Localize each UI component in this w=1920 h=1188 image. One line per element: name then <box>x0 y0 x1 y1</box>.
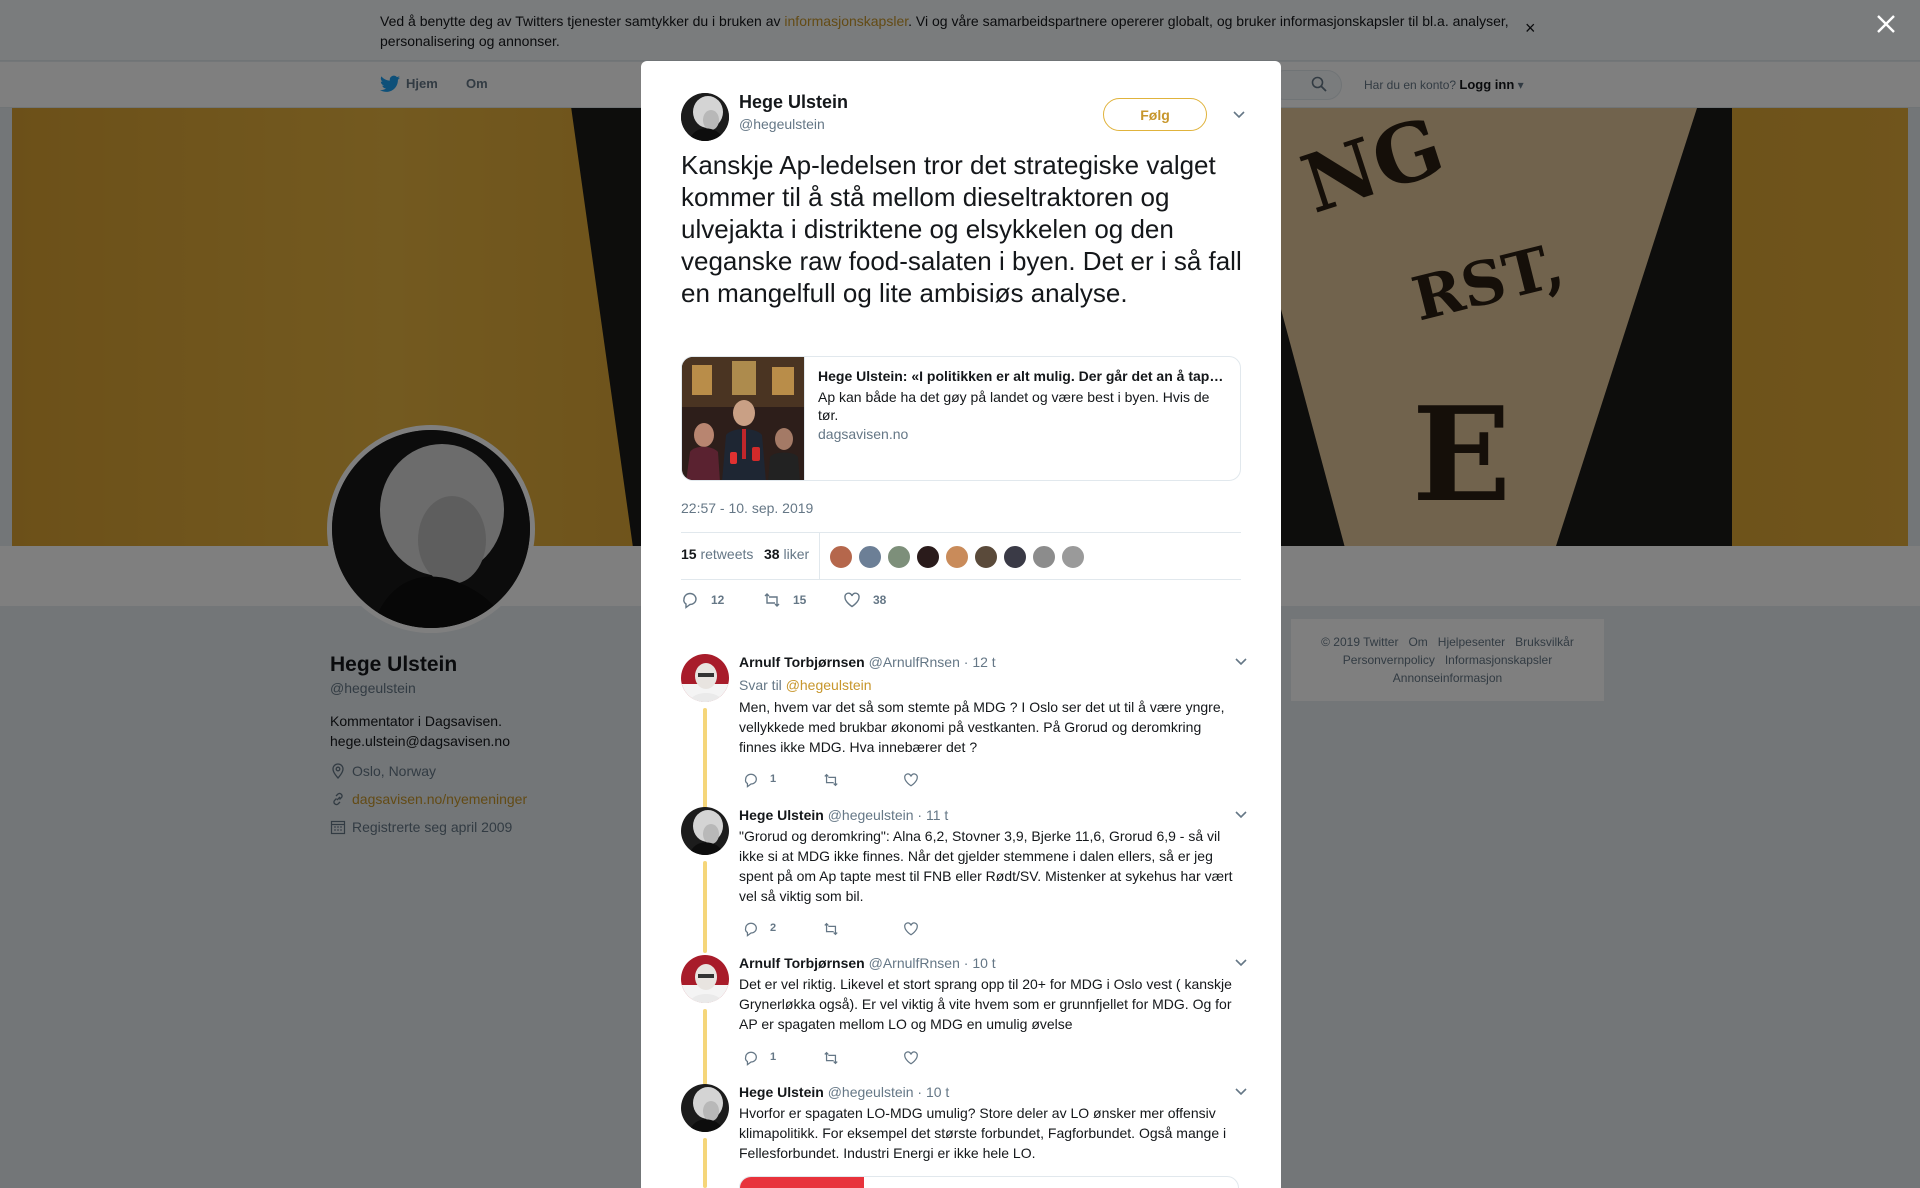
reply-text: Hvorfor er spagaten LO-MDG umulig? Store… <box>739 1105 1227 1161</box>
chevron-down-icon[interactable] <box>1232 110 1246 120</box>
retweet-icon <box>824 922 838 936</box>
reply-header: Hege Ulstein @hegeulstein · 11 t <box>739 807 948 823</box>
retweet-icon <box>824 773 838 787</box>
chevron-down-icon[interactable] <box>1234 958 1248 968</box>
tweet-stats: 15 retweets 38 liker <box>681 532 1241 580</box>
stats-divider <box>819 533 820 579</box>
avatar[interactable] <box>681 93 729 141</box>
liker-avatar[interactable] <box>916 545 940 569</box>
heart-icon <box>904 922 918 936</box>
reply-tweet[interactable]: Arnulf Torbjørnsen @ArnulfRnsen · 10 t D… <box>681 955 1247 1085</box>
reply-header: Arnulf Torbjørnsen @ArnulfRnsen · 10 t <box>739 955 996 971</box>
reply-actions: 1 <box>743 772 943 792</box>
reply-to-line: Svar til @hegeulstein <box>739 677 872 693</box>
reply-time[interactable]: · 12 t <box>964 654 996 670</box>
reply-actions: 2 <box>743 921 943 941</box>
heart-icon <box>904 1051 918 1065</box>
close-icon[interactable] <box>1874 12 1898 36</box>
tweet-permalink-modal: Hege Ulstein @hegeulstein Følg Kanskje A… <box>641 61 1281 1188</box>
reply-author-handle[interactable]: @hegeulstein <box>828 1084 914 1100</box>
tweet-author-handle[interactable]: @hegeulstein <box>739 116 825 132</box>
follow-button[interactable]: Følg <box>1103 98 1207 131</box>
card-description: Ap kan både ha det gøy på landet og være… <box>818 389 1210 423</box>
heart-icon <box>844 592 860 608</box>
liker-avatar[interactable] <box>945 545 969 569</box>
avatar[interactable] <box>681 807 729 855</box>
avatar[interactable] <box>681 955 729 1003</box>
link-preview-card[interactable]: Hege Ulstein: «I politikken er alt mulig… <box>681 356 1241 481</box>
avatar[interactable] <box>681 1084 729 1132</box>
reply-author-name[interactable]: Hege Ulstein <box>739 807 824 823</box>
reply-tweet[interactable]: Hege Ulstein @hegeulstein · 10 t Hvorfor… <box>681 1084 1247 1188</box>
reply-author-handle[interactable]: @ArnulfRnsen <box>869 654 960 670</box>
retweets-stat[interactable]: 15 retweets <box>681 546 753 562</box>
reply-icon <box>744 1051 757 1066</box>
heart-icon <box>904 773 918 787</box>
reply-time[interactable]: · 11 t <box>917 807 948 823</box>
liker-avatar[interactable] <box>1003 545 1027 569</box>
liker-avatar[interactable] <box>974 545 998 569</box>
reply-tweet[interactable]: Hege Ulstein @hegeulstein · 11 t "Grorud… <box>681 807 1247 955</box>
thread-line <box>703 861 707 953</box>
avatar[interactable] <box>681 654 729 702</box>
reply-author-handle[interactable]: @hegeulstein <box>828 807 914 823</box>
reply-text: Men, hvem var det så som stemte på MDG ?… <box>739 699 1225 755</box>
reply-text: Det er vel riktig. Likevel et stort spra… <box>739 976 1232 1032</box>
liker-avatar[interactable] <box>829 545 853 569</box>
reply-icon <box>744 922 757 937</box>
reply-icon <box>683 592 697 609</box>
thread-line <box>703 708 707 814</box>
card-thumbnail <box>682 357 805 480</box>
card-domain: dagsavisen.no <box>818 426 909 442</box>
chevron-down-icon[interactable] <box>1234 657 1248 667</box>
liker-avatar[interactable] <box>1032 545 1056 569</box>
thread-line <box>703 1138 707 1188</box>
reply-header: Arnulf Torbjørnsen @ArnulfRnsen · 12 t <box>739 654 996 670</box>
retweet-icon <box>824 1051 838 1065</box>
reply-actions: 1 <box>743 1050 943 1070</box>
reply-author-name[interactable]: Arnulf Torbjørnsen <box>739 654 865 670</box>
card-title: Hege Ulstein: «I politikken er alt mulig… <box>818 368 1228 384</box>
reply-to-mention[interactable]: @hegeulstein <box>786 677 872 693</box>
reply-time[interactable]: · 10 t <box>964 955 996 971</box>
chevron-down-icon[interactable] <box>1234 1087 1248 1097</box>
reply-text: "Grorud og deromkring": Alna 6,2, Stovne… <box>739 828 1233 904</box>
reply-author-handle[interactable]: @ArnulfRnsen <box>869 955 960 971</box>
liker-avatar[interactable] <box>887 545 911 569</box>
tweet-timestamp[interactable]: 22:57 - 10. sep. 2019 <box>681 500 813 516</box>
liker-avatar[interactable] <box>858 545 882 569</box>
reply-tweet[interactable]: Arnulf Torbjørnsen @ArnulfRnsen · 12 t S… <box>681 654 1247 814</box>
liker-avatar[interactable] <box>1061 545 1085 569</box>
reply-author-name[interactable]: Hege Ulstein <box>739 1084 824 1100</box>
tweet-text: Kanskje Ap-ledelsen tror det strategiske… <box>681 150 1242 308</box>
reply-header: Hege Ulstein @hegeulstein · 10 t <box>739 1084 949 1100</box>
thread-line <box>703 1009 707 1085</box>
likes-stat[interactable]: 38 liker <box>764 546 809 562</box>
reply-icon <box>744 773 757 788</box>
reply-time[interactable]: · 10 t <box>917 1084 949 1100</box>
tweet-author-name[interactable]: Hege Ulstein <box>739 92 848 113</box>
chevron-down-icon[interactable] <box>1234 810 1248 820</box>
retweet-icon <box>764 593 780 607</box>
tweet-actions: 12 15 38 <box>681 591 1241 621</box>
reply-author-name[interactable]: Arnulf Torbjørnsen <box>739 955 865 971</box>
reply-media-card[interactable] <box>739 1176 1239 1188</box>
